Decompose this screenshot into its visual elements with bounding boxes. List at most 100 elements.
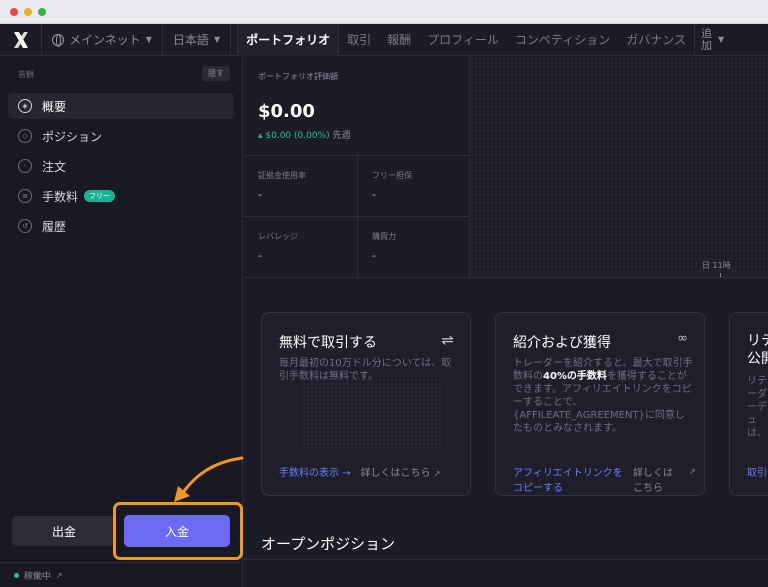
status-indicator-icon	[14, 572, 19, 578]
chevron-down-icon: ▼	[213, 35, 221, 44]
orders-icon: ·	[18, 159, 32, 173]
sidebar-item-label: 注文	[42, 159, 67, 174]
divider	[244, 277, 768, 278]
network-status[interactable]: 稼働中 ↗	[0, 562, 243, 587]
portfolio-value: $0.00	[258, 101, 315, 122]
sidebar-item-orders[interactable]: · 注文	[8, 153, 234, 179]
tab-rewards[interactable]: 報酬	[379, 24, 419, 56]
copy-affiliate-link[interactable]: アフィリエイトリンクをコピーする	[513, 464, 623, 494]
portfolio-value-label: ポートフォリオ評価額	[258, 72, 338, 81]
card-description: 毎月最初の10万ドル分については、取引手数料は無料です。	[279, 358, 452, 382]
overview-icon: ◈	[18, 99, 32, 113]
stat-grid: 証拠金使用率 - フリー担保 - レバレッジ - 購買力 -	[244, 155, 470, 277]
positions-icon: ◇	[18, 129, 32, 143]
sidebar-item-label: 手数料	[42, 189, 79, 204]
pointer-arrow-icon	[174, 456, 244, 502]
sidebar-item-label: 概要	[42, 99, 67, 114]
network-label: メインネット	[69, 33, 141, 47]
view-fees-link[interactable]: 手数料の表示 →	[279, 464, 351, 479]
chevron-down-icon: ▼	[145, 35, 152, 44]
deposit-button[interactable]: 入金	[124, 515, 230, 547]
fees-icon: ≡	[18, 189, 32, 203]
card-title: 無料で取引する	[279, 335, 377, 351]
change-amount: ▴ $0.00 (0.00%)	[258, 131, 330, 141]
sidebar-heading: 皆観	[18, 70, 34, 79]
card-links: 手数料の表示 → 詳しくはこちら ↗	[279, 464, 440, 479]
language-label: 日本語	[172, 33, 209, 47]
link-icon: ∞	[677, 331, 688, 346]
card-description: トレーダーを紹介すると、最大で取引手数料の40%の手数料を獲得することができます…	[513, 357, 693, 435]
portfolio-change: ▴ $0.00 (0.00%) 先週	[258, 128, 351, 141]
refer-earn-card: 紹介および獲得 ∞ トレーダーを紹介すると、最大で取引手数料の40%の手数料を獲…	[495, 312, 705, 496]
more-label-line2: 加	[700, 38, 712, 52]
portfolio-chart[interactable]: 日 11時	[470, 57, 768, 277]
stat-value: -	[258, 249, 262, 262]
sidebar-menu: ◈ 概要 ◇ ポジション · 注文 ≡ 手数料 フリー ↺ 履歴	[8, 93, 234, 243]
change-period: 先週	[332, 131, 351, 141]
learn-more-link[interactable]: 詳しくはこちら ↗	[361, 464, 441, 479]
third-card: リテ公開 リテーダーデュは、があ 取引	[729, 312, 768, 496]
desc-highlight: 40%の手数料	[543, 371, 607, 382]
tab-competition[interactable]: コンペティション	[507, 24, 618, 56]
network-icon	[52, 33, 64, 47]
more-label: 追 加	[700, 26, 712, 52]
sidebar: 皆観 隠す ◈ 概要 ◇ ポジション · 注文 ≡ 手数料 フリー ↺ 履歴 出…	[0, 57, 244, 587]
sidebar-item-history[interactable]: ↺ 履歴	[8, 213, 234, 239]
chart-tick-label: 日 11時	[702, 261, 731, 270]
leverage-stat: レバレッジ -	[244, 217, 357, 277]
chevron-down-icon: ▼	[717, 34, 725, 44]
card-links: アフィリエイトリンクをコピーする 詳しくはこちら ↗	[513, 464, 696, 494]
sidebar-item-overview[interactable]: ◈ 概要	[8, 93, 234, 119]
tab-governance[interactable]: ガバナンス	[618, 24, 694, 56]
external-link-icon: ↗	[689, 467, 696, 476]
status-label: 稼働中	[24, 571, 52, 582]
free-badge: フリー	[84, 190, 116, 202]
tab-trade[interactable]: 取引	[339, 24, 379, 56]
more-menu[interactable]: 追 加 ▼	[693, 23, 730, 56]
sidebar-item-label: 履歴	[42, 219, 67, 234]
main-content: ポートフォリオ評価額 $0.00 ▴ $0.00 (0.00%) 先週 証拠金使…	[244, 57, 768, 587]
sidebar-item-fees[interactable]: ≡ 手数料 フリー	[8, 183, 234, 209]
free-collateral-stat: フリー担保 -	[357, 156, 470, 216]
history-icon: ↺	[18, 219, 32, 233]
maximize-window-button[interactable]	[38, 8, 46, 16]
withdraw-button[interactable]: 出金	[12, 516, 116, 546]
learn-more-link[interactable]: 詳しくはこちら	[633, 464, 679, 494]
hide-sidebar-button[interactable]: 隠す	[202, 66, 230, 81]
card-title: リテ公開	[747, 333, 768, 367]
app-window: メインネット ▼ 日本語 ▼ ポートフォリオ 取引 報酬 プロフィール コンペテ…	[0, 0, 768, 587]
top-navigation: メインネット ▼ 日本語 ▼ ポートフォリオ 取引 報酬 プロフィール コンペテ…	[0, 23, 768, 56]
trade-link[interactable]: 取引	[747, 464, 767, 479]
divider	[244, 559, 768, 560]
stat-label: 証拠金使用率	[258, 171, 306, 180]
dydx-logo[interactable]	[0, 23, 42, 56]
logo-icon	[13, 31, 28, 48]
stat-row: 証拠金使用率 - フリー担保 -	[244, 155, 470, 216]
card-description: リテーダーデュは、があ	[747, 376, 767, 439]
network-selector[interactable]: メインネット ▼	[42, 23, 163, 56]
stat-value: -	[258, 188, 262, 201]
external-link-icon: ↗	[56, 570, 63, 580]
external-link-icon: ↗	[433, 469, 441, 478]
stat-row: レバレッジ - 購買力 -	[244, 216, 470, 277]
language-selector[interactable]: 日本語 ▼	[163, 23, 232, 56]
tab-portfolio[interactable]: ポートフォリオ	[237, 23, 340, 56]
portfolio-stats: ポートフォリオ評価額 $0.00 ▴ $0.00 (0.00%) 先週 証拠金使…	[244, 57, 470, 277]
close-window-button[interactable]	[10, 8, 18, 16]
stat-label: レバレッジ	[258, 232, 298, 241]
open-positions-title: オープンポジション	[261, 535, 396, 553]
tab-profile[interactable]: プロフィール	[419, 24, 507, 56]
card-title: 紹介および獲得	[513, 335, 611, 351]
stat-label: フリー担保	[372, 171, 412, 180]
learn-more-label: 詳しくはこちら	[360, 468, 431, 479]
swap-icon: ⇌	[441, 331, 454, 349]
margin-usage-stat: 証拠金使用率 -	[244, 156, 357, 216]
free-trading-card: 無料で取引する ⇌ 毎月最初の10万ドル分については、取引手数料は無料です。 手…	[261, 312, 471, 496]
card-decoration	[302, 378, 442, 448]
nav-tabs: ポートフォリオ 取引 報酬 プロフィール コンペティション ガバナンス	[231, 23, 694, 56]
stat-value: -	[372, 188, 376, 201]
minimize-window-button[interactable]	[24, 8, 32, 16]
more-label-line1: 追	[700, 26, 712, 40]
sidebar-item-positions[interactable]: ◇ ポジション	[8, 123, 234, 149]
title-bar	[0, 0, 768, 24]
